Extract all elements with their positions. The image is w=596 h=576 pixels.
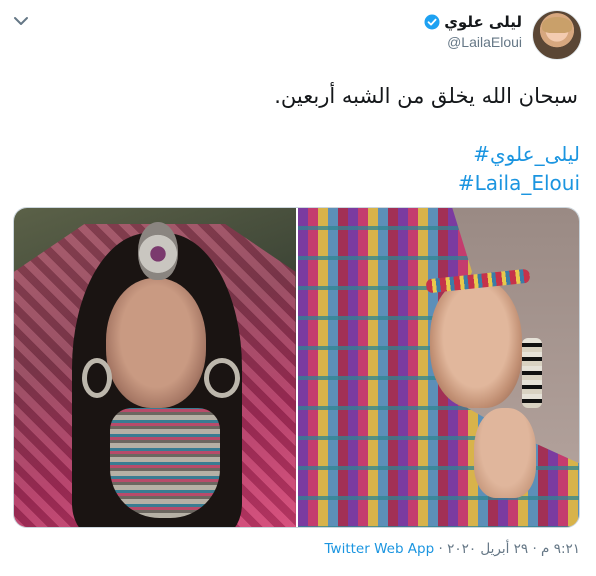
- photo-earring: [82, 358, 112, 398]
- photo-earring: [521, 338, 542, 408]
- source-app-link[interactable]: Twitter Web App: [325, 541, 435, 557]
- photo-face: [106, 278, 206, 408]
- hashtag-link[interactable]: #ليلى_علوي: [458, 140, 580, 169]
- display-name-row[interactable]: ليلى علوي: [424, 13, 522, 31]
- tweet-card: ليلى علوي @LailaEloui سبحان الله يخلق من…: [0, 0, 596, 576]
- hashtag-link[interactable]: #Laila_Eloui: [458, 169, 580, 198]
- photo-necklace: [110, 408, 220, 518]
- media-grid: [13, 207, 580, 528]
- meta-separator: ·: [438, 541, 443, 557]
- tweet-text: سبحان الله يخلق من الشبه أربعين.: [274, 84, 578, 108]
- tweet-time[interactable]: ٩:٢١ م: [541, 541, 580, 557]
- photo-hand: [473, 408, 536, 498]
- tweet-meta: ٩:٢١ م · ٢٩ أبريل ٢٠٢٠ · Twitter Web App: [325, 541, 580, 557]
- photo-headpiece: [138, 222, 178, 280]
- author-handle[interactable]: @LailaEloui: [424, 34, 522, 50]
- media-photo-1[interactable]: [14, 208, 296, 527]
- verified-badge-icon: [424, 14, 440, 30]
- photo-earring: [204, 358, 240, 398]
- hashtag-list: #ليلى_علوي #Laila_Eloui: [458, 140, 580, 198]
- avatar[interactable]: [532, 10, 582, 60]
- photo-face: [429, 278, 522, 408]
- author-display-name[interactable]: ليلى علوي: [444, 13, 522, 31]
- tweet-date[interactable]: ٢٩ أبريل ٢٠٢٠: [447, 541, 528, 557]
- media-photo-2[interactable]: [297, 208, 579, 527]
- meta-separator: ·: [532, 541, 537, 557]
- chevron-down-icon[interactable]: [12, 14, 30, 28]
- tweet-header: ليلى علوي @LailaEloui: [424, 10, 582, 60]
- author-names: ليلى علوي @LailaEloui: [424, 13, 522, 50]
